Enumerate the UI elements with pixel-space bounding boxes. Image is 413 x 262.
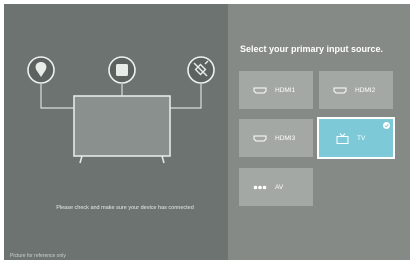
tv-illustration [73, 95, 171, 157]
input-tile-hdmi2[interactable]: HDMI2 [319, 71, 393, 109]
illustration-panel: Please check and make sure your device h… [4, 4, 228, 260]
input-label: HDMI1 [275, 86, 296, 94]
hdmi-icon [333, 87, 347, 93]
device-circle-center [108, 56, 136, 84]
setup-screen: Please check and make sure your device h… [4, 4, 410, 260]
tv-icon [336, 132, 349, 144]
input-label: HDMI2 [355, 86, 376, 94]
hdmi-icon [253, 135, 267, 141]
hdmi-icon [253, 87, 267, 93]
reference-note: Picture for reference only [10, 253, 66, 259]
av-icon [253, 185, 267, 189]
connection-illustration [27, 56, 215, 164]
input-label: TV [357, 134, 366, 142]
input-label: AV [275, 183, 284, 191]
connection-message: Please check and make sure your device h… [56, 205, 194, 211]
device-circle-right [187, 56, 215, 84]
input-tile-hdmi3[interactable]: HDMI3 [239, 119, 313, 157]
input-tile-av[interactable]: AV [239, 168, 313, 206]
input-tile-tv[interactable]: TV [317, 117, 395, 159]
page-title: Select your primary input source. [240, 44, 384, 54]
device-circle-left [27, 56, 55, 84]
input-label: HDMI3 [275, 134, 296, 142]
input-tile-hdmi1[interactable]: HDMI1 [239, 71, 313, 109]
selected-check-icon [383, 122, 390, 129]
